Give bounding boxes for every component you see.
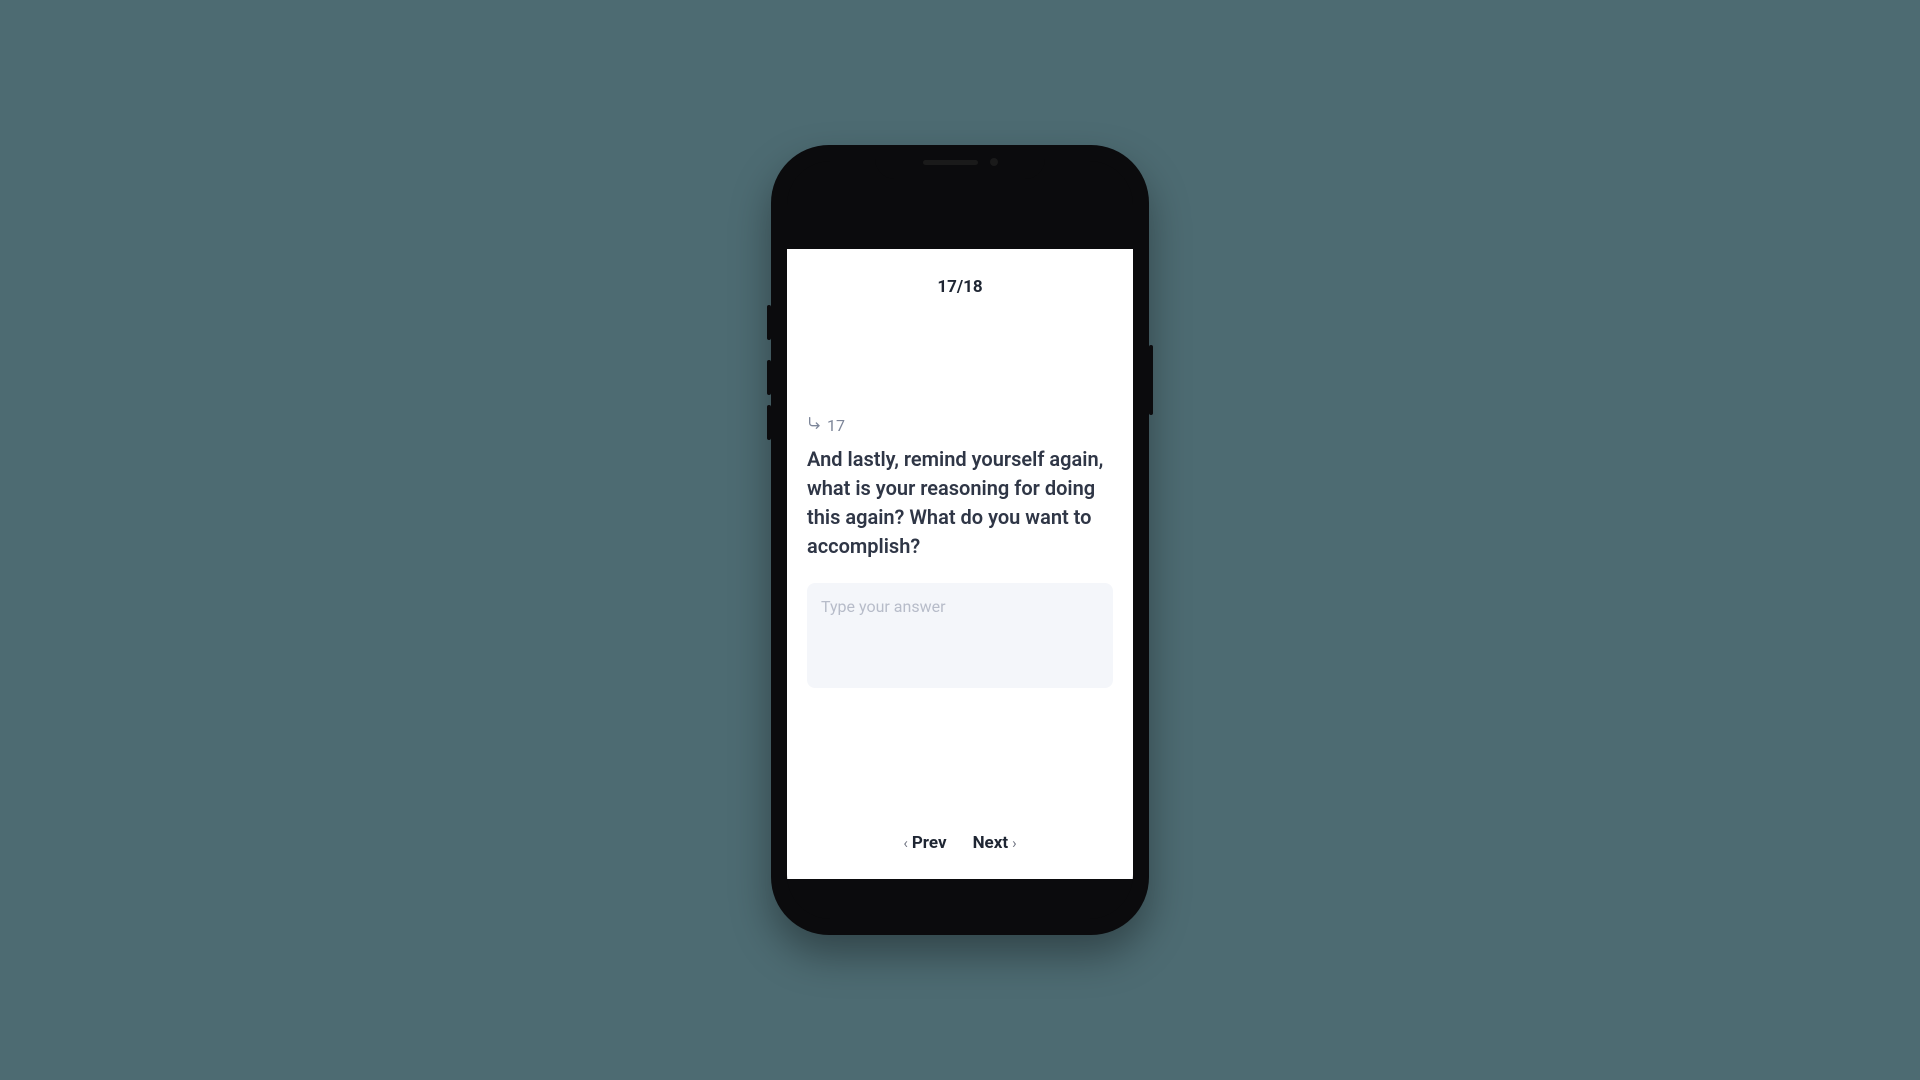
question-number-line: 17 <box>807 415 1113 435</box>
phone-frame: 17/18 17 And lastly, remind yourself aga… <box>771 145 1149 935</box>
reply-arrow-icon <box>807 415 827 435</box>
prev-label: Prev <box>912 833 947 853</box>
answer-input[interactable] <box>807 583 1113 688</box>
next-button[interactable]: Next › <box>971 829 1019 857</box>
prev-button[interactable]: ‹ Prev <box>901 829 948 857</box>
chevron-left-icon: ‹ <box>903 834 908 852</box>
survey-app: 17/18 17 And lastly, remind yourself aga… <box>787 249 1133 879</box>
phone-screen: 17/18 17 And lastly, remind yourself aga… <box>787 161 1133 919</box>
chevron-right-icon: › <box>1012 834 1017 852</box>
front-camera <box>990 158 998 166</box>
question-area: 17 And lastly, remind yourself again, wh… <box>787 305 1133 829</box>
phone-notch <box>875 145 1045 179</box>
question-text: And lastly, remind yourself again, what … <box>807 445 1113 561</box>
stage: 17/18 17 And lastly, remind yourself aga… <box>0 0 1920 1080</box>
next-label: Next <box>973 833 1009 853</box>
question-number: 17 <box>827 416 845 435</box>
speaker-slot <box>923 160 978 165</box>
progress-counter: 17/18 <box>787 249 1133 305</box>
nav-bar: ‹ Prev Next › <box>787 829 1133 879</box>
